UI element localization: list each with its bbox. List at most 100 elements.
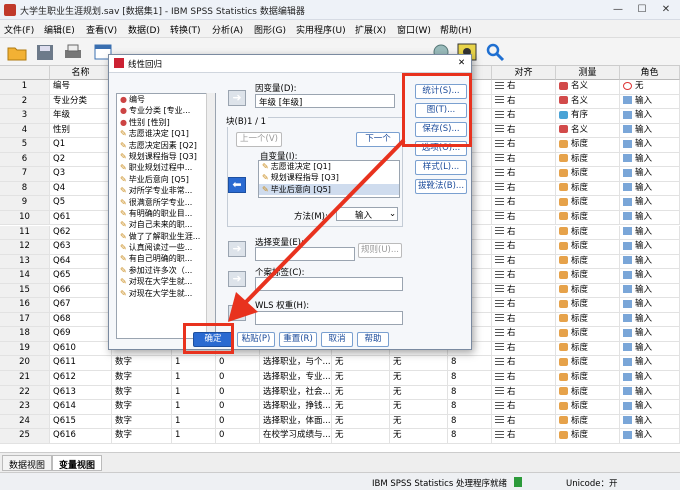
- cell-label[interactable]: 选择职业，体面...: [260, 414, 332, 429]
- cell-label[interactable]: 选择职业，专业...: [260, 371, 332, 385]
- paste-button[interactable]: 粘贴(P): [237, 332, 275, 347]
- cell-missing[interactable]: 无: [390, 385, 448, 400]
- cell-align[interactable]: 右: [492, 80, 556, 94]
- cell-measure[interactable]: 标度: [556, 312, 620, 327]
- cell-decimals[interactable]: 0: [216, 400, 260, 414]
- row-number[interactable]: 22: [0, 385, 50, 400]
- cell-align[interactable]: 右: [492, 298, 556, 312]
- cell-role[interactable]: 输入: [620, 210, 680, 225]
- cell-role[interactable]: 输入: [620, 196, 680, 210]
- cell-role[interactable]: 输入: [620, 385, 680, 400]
- cell-measure[interactable]: 标度: [556, 167, 620, 181]
- variable-list-item[interactable]: ✎ 做了了解职业生涯...: [117, 231, 215, 242]
- row-number[interactable]: 1: [0, 80, 50, 94]
- move-to-selection-arrow-icon[interactable]: ➜: [228, 241, 246, 257]
- row-number[interactable]: 6: [0, 152, 50, 167]
- cell-values[interactable]: 无: [332, 429, 390, 443]
- cell-role[interactable]: 输入: [620, 298, 680, 312]
- cell-align[interactable]: 右: [492, 225, 556, 240]
- cell-width[interactable]: 1: [172, 356, 216, 370]
- menu-window[interactable]: 窗口(W): [397, 23, 431, 36]
- cell-name[interactable]: Q4: [50, 181, 112, 196]
- cell-type[interactable]: 数字: [112, 385, 172, 400]
- variable-list-item[interactable]: ✎ 对现在大学生就...: [117, 276, 215, 287]
- cell-name[interactable]: 年级: [50, 109, 112, 123]
- menu-extensions[interactable]: 扩展(X): [355, 23, 386, 36]
- cell-measure[interactable]: 名义: [556, 80, 620, 94]
- method-select[interactable]: 输入 ⌄: [336, 207, 398, 221]
- cell-align[interactable]: 右: [492, 414, 556, 429]
- row-number[interactable]: 12: [0, 240, 50, 254]
- cell-align[interactable]: 右: [492, 167, 556, 181]
- row-number[interactable]: 14: [0, 269, 50, 283]
- cell-role[interactable]: 输入: [620, 138, 680, 152]
- cell-role[interactable]: 输入: [620, 371, 680, 385]
- cell-label[interactable]: 在校学习成绩与...: [260, 429, 332, 443]
- cell-columns[interactable]: 8: [448, 371, 492, 385]
- row-number[interactable]: 23: [0, 400, 50, 414]
- cell-name[interactable]: Q613: [50, 385, 112, 400]
- cell-measure[interactable]: 标度: [556, 240, 620, 254]
- menu-transform[interactable]: 转换(T): [170, 23, 201, 36]
- independent-item[interactable]: ✎ 志愿谁决定 [Q1]: [259, 161, 399, 172]
- column-header-align[interactable]: 对齐: [492, 66, 556, 80]
- cell-align[interactable]: 右: [492, 312, 556, 327]
- move-to-independent-arrow-icon[interactable]: ⬅: [228, 177, 246, 193]
- cell-role[interactable]: 输入: [620, 327, 680, 341]
- dependent-field[interactable]: 年级 [年级]: [255, 94, 395, 108]
- cell-values[interactable]: 无: [332, 414, 390, 429]
- cell-measure[interactable]: 名义: [556, 123, 620, 138]
- menu-data[interactable]: 数据(D): [128, 23, 160, 36]
- cell-align[interactable]: 右: [492, 123, 556, 138]
- cell-width[interactable]: 1: [172, 414, 216, 429]
- cell-align[interactable]: 右: [492, 283, 556, 298]
- cell-name[interactable]: Q611: [50, 356, 112, 370]
- cell-decimals[interactable]: 0: [216, 371, 260, 385]
- cell-missing[interactable]: 无: [390, 371, 448, 385]
- variable-list-item[interactable]: ✎ 认真阅读过一些...: [117, 242, 215, 253]
- previous-block-button[interactable]: 上一个(V): [236, 132, 282, 147]
- cell-type[interactable]: 数字: [112, 371, 172, 385]
- cell-role[interactable]: 输入: [620, 283, 680, 298]
- row-number[interactable]: 17: [0, 312, 50, 327]
- column-header-measure[interactable]: 测量: [556, 66, 620, 80]
- cell-type[interactable]: 数字: [112, 414, 172, 429]
- help-button[interactable]: 帮助: [357, 332, 389, 347]
- menu-edit[interactable]: 编辑(E): [44, 23, 75, 36]
- cell-missing[interactable]: 无: [390, 400, 448, 414]
- cell-align[interactable]: 右: [492, 327, 556, 341]
- independent-item[interactable]: ✎ 毕业后意向 [Q5]: [259, 183, 399, 196]
- cell-align[interactable]: 右: [492, 429, 556, 443]
- column-header-name[interactable]: 名称: [50, 66, 112, 80]
- row-number[interactable]: 18: [0, 327, 50, 341]
- cell-values[interactable]: 无: [332, 356, 390, 370]
- cell-name[interactable]: Q2: [50, 152, 112, 167]
- cell-width[interactable]: 1: [172, 429, 216, 443]
- cell-name[interactable]: Q66: [50, 283, 112, 298]
- cell-measure[interactable]: 标度: [556, 254, 620, 269]
- cell-name[interactable]: Q3: [50, 167, 112, 181]
- cell-role[interactable]: 输入: [620, 94, 680, 109]
- cell-align[interactable]: 右: [492, 109, 556, 123]
- row-number[interactable]: 11: [0, 225, 50, 240]
- cell-columns[interactable]: 8: [448, 356, 492, 370]
- cell-name[interactable]: Q616: [50, 429, 112, 443]
- cell-measure[interactable]: 标度: [556, 269, 620, 283]
- variable-list-item[interactable]: ✎ 职业规划过程中...: [117, 162, 215, 173]
- cell-measure[interactable]: 有序: [556, 109, 620, 123]
- print-icon[interactable]: [62, 42, 84, 62]
- variable-list-item[interactable]: ✎ 志愿谁决定 [Q1]: [117, 128, 215, 139]
- variable-list-item[interactable]: ✎ 有自己明确的职...: [117, 253, 215, 264]
- cell-name[interactable]: Q612: [50, 371, 112, 385]
- cell-measure[interactable]: 标度: [556, 152, 620, 167]
- rule-button[interactable]: 规则(U)...: [358, 243, 402, 258]
- cell-role[interactable]: 输入: [620, 152, 680, 167]
- cell-role[interactable]: 输入: [620, 312, 680, 327]
- cell-align[interactable]: 右: [492, 341, 556, 356]
- cell-role[interactable]: 输入: [620, 167, 680, 181]
- cell-name[interactable]: Q5: [50, 196, 112, 210]
- cell-name[interactable]: 编号: [50, 80, 112, 94]
- cell-width[interactable]: 1: [172, 371, 216, 385]
- move-to-case-label-arrow-icon[interactable]: ➜: [228, 271, 246, 287]
- cell-width[interactable]: 1: [172, 385, 216, 400]
